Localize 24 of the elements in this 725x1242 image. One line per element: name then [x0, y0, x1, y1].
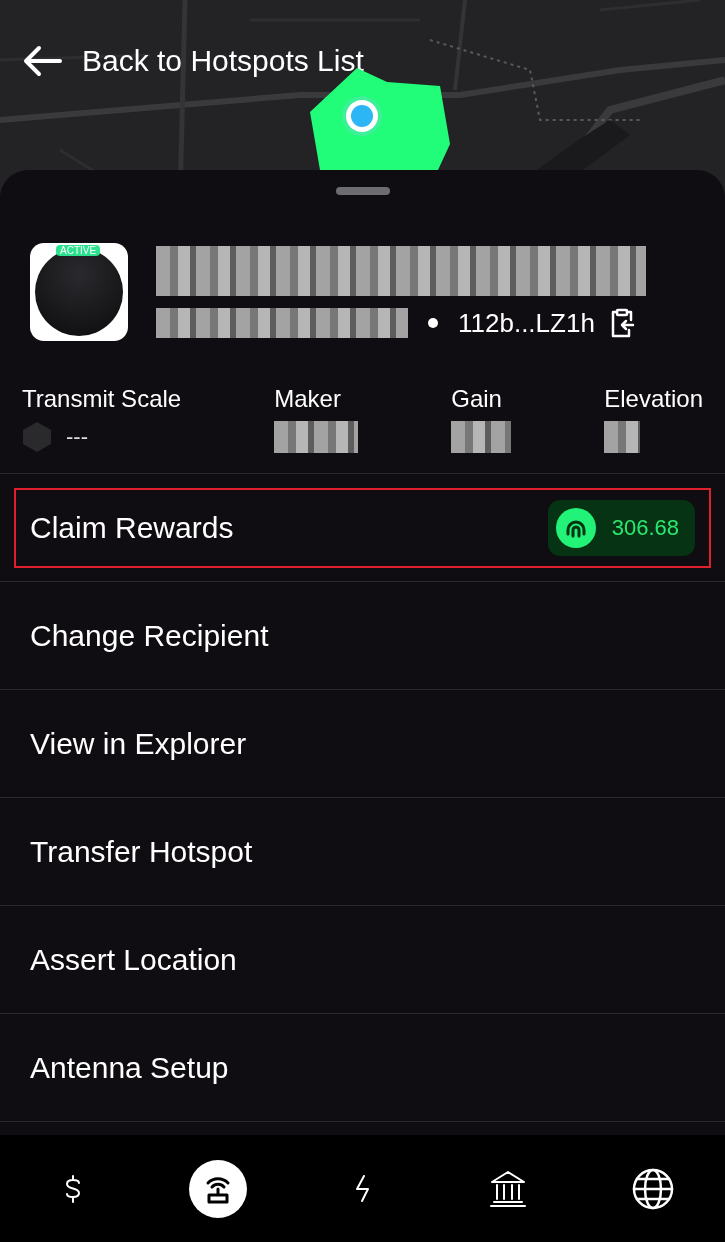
menu-item[interactable]: Assert Location	[0, 906, 725, 1014]
stat-label: Maker	[274, 385, 342, 413]
separator-dot	[428, 318, 438, 328]
back-button[interactable]: Back to Hotspots List	[22, 44, 364, 78]
back-arrow-icon	[22, 45, 62, 77]
hexagon-icon	[22, 421, 52, 453]
menu-item[interactable]: View in Explorer	[0, 690, 725, 798]
menu-item[interactable]: Change Recipient	[0, 582, 725, 690]
redacted-text	[604, 421, 641, 453]
globe-icon	[630, 1166, 675, 1211]
sheet-handle[interactable]	[335, 187, 390, 195]
reward-amount: 306.68	[611, 514, 679, 541]
hotspot-address: 112b...LZ1h	[458, 307, 595, 339]
menu-item[interactable]: Transfer Hotspot	[0, 798, 725, 906]
stat-value: ---	[66, 424, 88, 450]
menu-item[interactable]: Claim Rewards 306.68	[0, 474, 725, 582]
stat-label: Gain	[451, 385, 503, 413]
status-badge: ACTIVE	[56, 245, 101, 256]
bank-icon	[487, 1168, 528, 1209]
token-icon	[555, 507, 596, 548]
stat-label: Transmit Scale	[22, 385, 182, 413]
redacted-text	[451, 421, 512, 453]
stat-label: Elevation	[604, 385, 703, 413]
menu-item[interactable]: Antenna Setup	[0, 1014, 725, 1122]
